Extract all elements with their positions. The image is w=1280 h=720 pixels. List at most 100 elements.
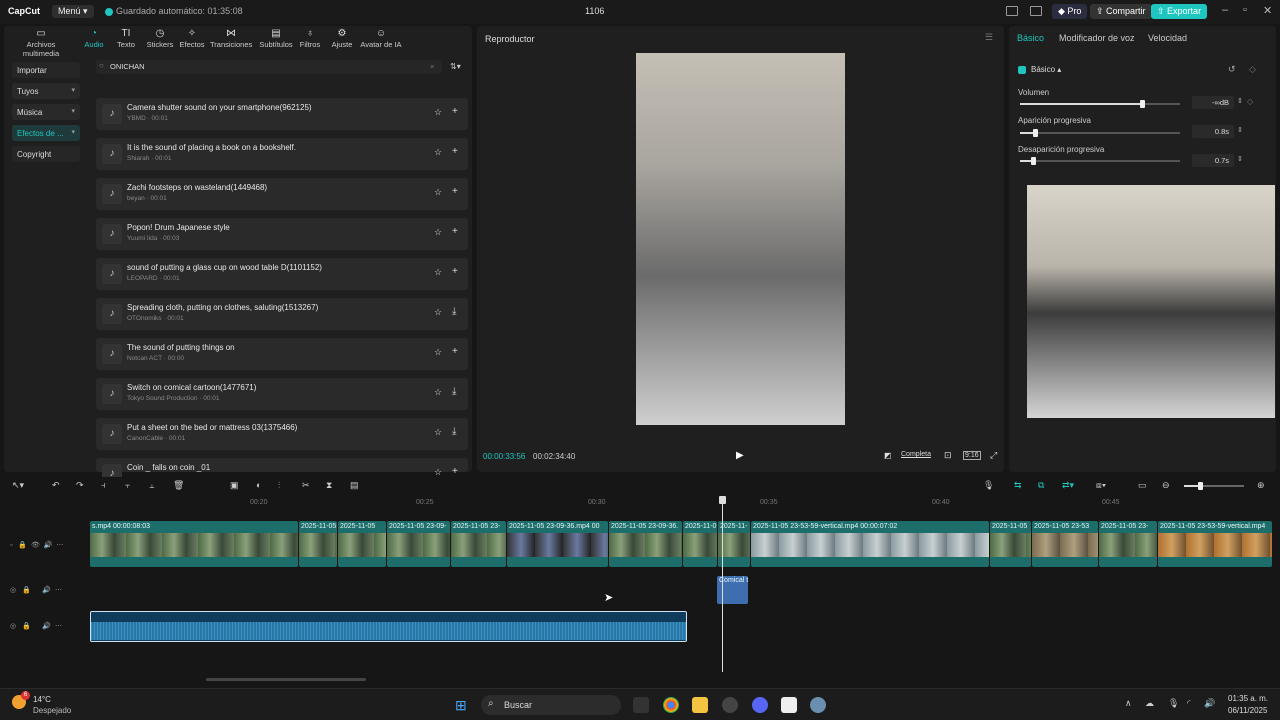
stepper-icon[interactable]: ⇕	[1237, 155, 1243, 163]
stepper-icon[interactable]: ⇕	[1237, 97, 1243, 105]
undo-icon[interactable]: ↶	[52, 480, 60, 491]
remove-bg-icon[interactable]: ✂	[302, 480, 310, 491]
eye-icon[interactable]: 👁	[31, 542, 40, 549]
speaker-icon[interactable]: 🔊	[44, 542, 53, 549]
settings-icon[interactable]	[810, 697, 826, 713]
keyframe-icon[interactable]: ◇	[1249, 64, 1256, 75]
video-clip[interactable]: 2025-11-05	[990, 521, 1031, 567]
tab-subtitles[interactable]: ▤ Subtítulos	[255, 28, 297, 49]
slider-knob[interactable]	[1032, 129, 1038, 137]
add-icon[interactable]: +	[452, 106, 458, 117]
playhead[interactable]	[722, 496, 723, 672]
freeze-icon[interactable]: ⧗	[326, 480, 332, 491]
video-clip[interactable]: 2025-11-05 23-53	[1032, 521, 1098, 567]
split-screen-icon[interactable]: ⧈▾	[1096, 480, 1106, 491]
zoom-knob[interactable]	[1198, 482, 1203, 490]
sound-item[interactable]: ♪ Spreading cloth, putting on clothes, sa…	[96, 298, 468, 330]
maximize-icon[interactable]: ▫	[1243, 4, 1247, 16]
sidebar-item-yours[interactable]: Tuyos ▾	[12, 83, 80, 99]
crop-icon[interactable]: ▣	[230, 480, 239, 491]
capcut-icon[interactable]	[781, 697, 797, 713]
tab-transitions[interactable]: ⋈ Transiciones	[210, 28, 252, 49]
microphone-icon[interactable]: 🎙	[1168, 698, 1179, 709]
caption-icon[interactable]: ▤	[350, 480, 359, 491]
playhead-handle[interactable]	[719, 496, 726, 504]
clock-date[interactable]: 06/11/2025	[1228, 706, 1267, 715]
tab-ai-avatar[interactable]: ☺ Avatar de IA	[359, 28, 403, 49]
add-icon[interactable]: +	[452, 186, 458, 197]
volume-icon[interactable]: 🔊	[1204, 698, 1215, 709]
lock-icon[interactable]: 🔒	[18, 542, 27, 549]
sound-item[interactable]: ♪ Popon! Drum Japanese style Yuumi Iida · …	[96, 218, 468, 250]
favorite-icon[interactable]: ☆	[434, 427, 442, 438]
pro-button[interactable]: ◆ Pro	[1052, 4, 1088, 19]
tab-media[interactable]: ▭ Archivos multimedia	[8, 28, 74, 58]
video-clip[interactable]: 2025-11-05 23-53-59-vertical.mp4 00:00:0…	[751, 521, 989, 567]
audio-clip[interactable]	[90, 611, 687, 642]
favorite-icon[interactable]: ☆	[434, 267, 442, 278]
fullscreen-icon[interactable]: ⤢	[990, 450, 997, 461]
close-icon[interactable]: ✕	[1263, 4, 1272, 17]
section-title[interactable]: Básico ▴	[1031, 65, 1061, 74]
cover-icon[interactable]: ▫	[10, 542, 12, 549]
sound-item[interactable]: ♪ Put a sheet on the bed or mattress 03(1…	[96, 418, 468, 450]
chevron-up-icon[interactable]: ∧	[1125, 698, 1132, 709]
tab-effects[interactable]: ✧ Efectos	[177, 28, 207, 49]
more-icon[interactable]: ⋯	[56, 542, 63, 549]
fit-mode-button[interactable]: Completa	[901, 451, 931, 458]
tab-audio[interactable]: ◔ Audio	[78, 28, 110, 49]
video-clip[interactable]: 2025-11-05 23-53-59-vertical.mp4	[1158, 521, 1272, 567]
tab-stickers[interactable]: ◷ Stickers	[143, 28, 177, 49]
volume-value[interactable]: -∞dB	[1192, 96, 1234, 109]
slider-knob[interactable]	[1031, 157, 1037, 165]
sound-item[interactable]: ♪ It is the sound of placing a book on a …	[96, 138, 468, 170]
fade-in-slider[interactable]	[1020, 129, 1180, 137]
zoom-in-icon[interactable]: ⊕	[1257, 480, 1265, 491]
filter-icon[interactable]: ⇅▾	[450, 62, 461, 71]
export-button[interactable]: ⇧ Exportar	[1151, 4, 1208, 19]
video-clip[interactable]: 2025-11-05 23-09-36.	[609, 521, 682, 567]
favorite-icon[interactable]: ☆	[434, 227, 442, 238]
project-title[interactable]: 1106	[585, 6, 604, 16]
volume-slider[interactable]	[1020, 100, 1180, 108]
tab-voice-changer[interactable]: Modificador de voz	[1059, 33, 1135, 43]
fade-in-value[interactable]: 0.8s	[1192, 125, 1234, 138]
wifi-icon[interactable]: ◜	[1187, 698, 1191, 709]
delete-icon[interactable]: 🗑	[173, 480, 184, 491]
caption-toggle-icon[interactable]: ▭	[1138, 480, 1147, 491]
chrome-icon[interactable]	[663, 697, 679, 713]
discord-icon[interactable]	[752, 697, 768, 713]
speaker-icon[interactable]: 🔊	[42, 623, 51, 630]
play-button[interactable]: ▶	[736, 450, 744, 461]
minimize-icon[interactable]: –	[1222, 4, 1228, 16]
preview-axis-icon[interactable]: ⇄▾	[1062, 480, 1074, 491]
crop-icon[interactable]: ⊡	[944, 450, 952, 461]
favorite-icon[interactable]: ☆	[434, 347, 442, 358]
reset-icon[interactable]: ↺	[1228, 64, 1236, 75]
more-icon[interactable]: ⋯	[55, 587, 62, 594]
layout-icon[interactable]	[1006, 6, 1018, 16]
aspect-ratio-button[interactable]: 9:16	[963, 451, 981, 460]
trim-left-icon[interactable]: ⫟	[125, 480, 130, 491]
microphone-icon[interactable]: 🎙	[983, 480, 994, 491]
download-icon[interactable]: ⤓	[452, 426, 456, 437]
zoom-slider[interactable]	[1184, 482, 1244, 490]
redo-icon[interactable]: ↷	[76, 480, 84, 491]
favorite-icon[interactable]: ☆	[434, 147, 442, 158]
lock-icon[interactable]: 🔒	[22, 587, 31, 594]
stepper-icon[interactable]: ⇕	[1237, 126, 1243, 134]
split-icon[interactable]: ⫞	[101, 480, 106, 491]
tab-speed[interactable]: Velocidad	[1148, 33, 1187, 43]
add-icon[interactable]: +	[452, 146, 458, 157]
sidebar-item-sound-effects[interactable]: Efectos de ... ▾	[12, 125, 80, 141]
trim-right-icon[interactable]: ⫠	[149, 480, 154, 491]
speaker-icon[interactable]: 🔊	[42, 587, 51, 594]
sound-item[interactable]: ♪ sound of putting a glass cup on wood ta…	[96, 258, 468, 290]
download-icon[interactable]: ⤓	[452, 386, 456, 397]
obs-icon[interactable]	[722, 697, 738, 713]
video-clip[interactable]: 2025-11-05 23-09-36.mp4 00	[507, 521, 608, 567]
snap-icon[interactable]: ⧉	[1038, 480, 1044, 491]
keyframe-icon[interactable]: ◇	[1247, 97, 1253, 106]
file-explorer-icon[interactable]	[692, 697, 708, 713]
video-preview[interactable]	[636, 53, 845, 425]
